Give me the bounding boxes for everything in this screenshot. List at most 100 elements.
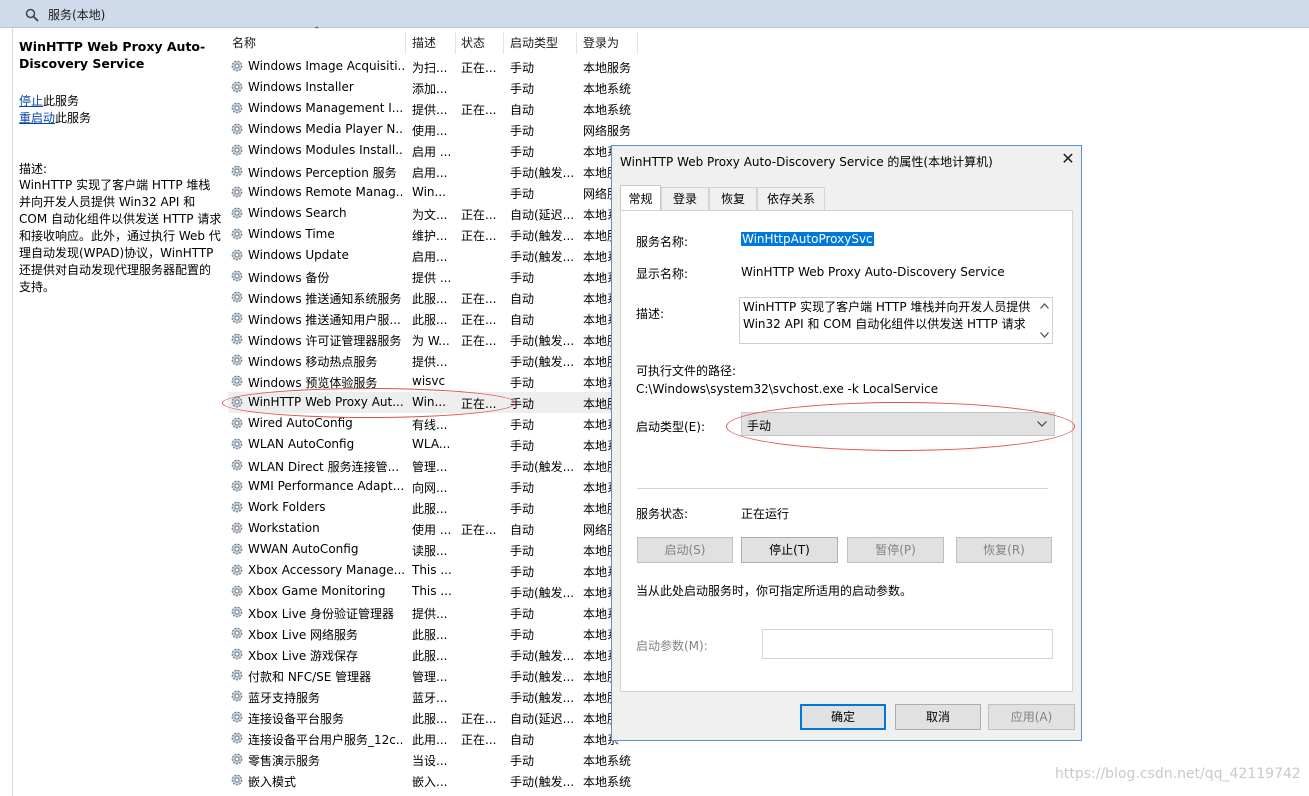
service-name-cell: 付款和 NFC/SE 管理器	[248, 670, 372, 684]
service-desc-cell: 有线...	[412, 418, 448, 432]
table-row[interactable]: Windows Update 启用... 手动(触发... 本地系	[228, 245, 638, 266]
pause-button[interactable]: 暂停(P)	[847, 537, 944, 563]
service-desc-cell: 提供...	[412, 103, 448, 117]
service-gear-icon	[231, 207, 243, 219]
table-row[interactable]: Work Folders 此服... 手动 本地服	[228, 497, 638, 518]
tab-general[interactable]: 常规	[620, 185, 661, 211]
table-row[interactable]: Windows 备份 提供 ... 手动 本地系	[228, 266, 638, 287]
service-startup-cell: 手动	[510, 481, 535, 495]
service-name-cell: Windows 许可证管理器服务	[248, 334, 402, 348]
stop-button[interactable]: 停止(T)	[741, 537, 838, 563]
table-row[interactable]: 零售演示服务 当设... 手动 本地系统	[228, 749, 638, 770]
service-status-cell: 正在...	[461, 229, 497, 243]
service-startup-cell: 手动	[510, 271, 535, 285]
service-desc-cell: 维护...	[412, 229, 448, 243]
table-row[interactable]: Xbox Accessory Manage... This ... 手动 本地系	[228, 560, 638, 581]
table-row[interactable]: Windows 移动热点服务 提供... 手动(触发... 本地服	[228, 350, 638, 371]
service-logon-cell: 本地系统	[583, 103, 632, 117]
service-startup-cell: 自动	[510, 523, 535, 537]
service-name-cell: Work Folders	[248, 500, 326, 514]
cancel-button[interactable]: 取消	[895, 704, 981, 730]
service-name-value[interactable]: WinHttpAutoProxySvc	[741, 232, 874, 246]
column-header-startup-type[interactable]: 启动类型	[510, 34, 558, 54]
service-gear-icon	[231, 606, 243, 618]
column-divider[interactable]	[576, 32, 577, 54]
service-status-cell: 正在...	[461, 733, 497, 747]
column-header-status[interactable]: 状态	[461, 34, 485, 54]
table-row[interactable]: Windows Media Player N... 使用... 手动 网络服务	[228, 119, 638, 140]
table-row[interactable]: WLAN AutoConfig WLA... 手动 本地系	[228, 434, 638, 455]
table-row[interactable]: 连接设备平台服务 此服... 正在... 自动(延迟... 本地服	[228, 707, 638, 728]
service-gear-icon	[231, 501, 243, 513]
tab-dependencies[interactable]: 依存关系	[757, 187, 825, 210]
table-row[interactable]: Windows Remote Manag... Win... 手动 网络服	[228, 182, 638, 203]
table-row[interactable]: 付款和 NFC/SE 管理器 管理... 手动(触发... 本地服	[228, 665, 638, 686]
exe-path-value[interactable]: C:\Windows\system32\svchost.exe -k Local…	[636, 382, 938, 396]
table-row[interactable]: 嵌入模式 嵌入... 手动(触发... 本地系统	[228, 770, 638, 791]
table-row[interactable]: Windows Time 维护... 正在... 手动(触发... 本地服	[228, 224, 638, 245]
table-row[interactable]: Windows Modules Install... 启用 ... 手动 本地系	[228, 140, 638, 161]
description-label: 描述:	[636, 307, 665, 321]
service-gear-icon	[231, 375, 243, 387]
close-icon[interactable]: ✕	[1058, 149, 1078, 169]
chevron-down-icon[interactable]	[1040, 332, 1049, 338]
service-desc-cell: 此服...	[412, 712, 448, 726]
service-status-cell: 正在...	[461, 208, 497, 222]
resume-button[interactable]: 恢复(R)	[956, 537, 1052, 563]
table-row[interactable]: 连接设备平台用户服务_12c... 此用... 正在... 自动 本地系	[228, 728, 638, 749]
tab-logon[interactable]: 登录	[661, 187, 709, 210]
service-startup-cell: 手动	[510, 565, 535, 579]
service-logon-cell: 本地系统	[583, 82, 632, 96]
service-name-cell: 嵌入模式	[248, 775, 297, 789]
service-name-cell: Xbox Live 游戏保存	[248, 649, 359, 663]
chevron-up-icon[interactable]	[1040, 303, 1049, 309]
service-gear-icon	[231, 564, 243, 576]
stop-service-link[interactable]: 停止	[19, 94, 43, 108]
table-row[interactable]: Xbox Live 身份验证管理器 提供... 手动 本地系	[228, 602, 638, 623]
table-row[interactable]: Windows 推送通知系统服务 此服... 正在... 自动 本地系	[228, 287, 638, 308]
table-row[interactable]: Windows Management I... 提供... 正在... 自动 本地系统	[228, 98, 638, 119]
table-row[interactable]: WLAN Direct 服务连接管... 管理... 手动(触发... 本地服	[228, 455, 638, 476]
ok-button[interactable]: 确定	[800, 704, 886, 730]
general-tab-panel: 服务名称: WinHttpAutoProxySvc 显示名称: WinHTTP …	[620, 210, 1075, 692]
description-scrollbar[interactable]	[1036, 298, 1053, 343]
service-startup-cell: 自动(延迟...	[510, 712, 575, 726]
start-button[interactable]: 启动(S)	[637, 537, 733, 563]
service-startup-cell: 手动	[510, 124, 535, 138]
column-divider[interactable]	[637, 32, 638, 54]
tab-recovery[interactable]: 恢复	[709, 187, 757, 210]
service-status-value: 正在运行	[741, 507, 790, 521]
column-divider[interactable]	[455, 32, 456, 54]
service-gear-icon	[231, 690, 243, 702]
table-row[interactable]: WWAN AutoConfig 读服... 手动 本地服	[228, 539, 638, 560]
description-textbox[interactable]: WinHTTP 实现了客户端 HTTP 堆栈并向开发人员提供 Win32 API…	[739, 297, 1053, 344]
apply-button[interactable]: 应用(A)	[988, 704, 1075, 730]
start-params-input[interactable]	[762, 629, 1053, 659]
table-row[interactable]: Windows Perception 服务 启用... 手动(触发... 本地服	[228, 161, 638, 182]
restart-service-link[interactable]: 重启动	[19, 111, 55, 125]
table-row[interactable]: Windows 推送通知用户服... 此服... 正在... 自动 本地系	[228, 308, 638, 329]
service-desc-cell: WLA...	[412, 437, 451, 451]
service-desc-cell: 当设...	[412, 754, 448, 768]
table-row[interactable]: Xbox Game Monitoring This ... 手动(触发... 本地系	[228, 581, 638, 602]
table-row[interactable]: Workstation 使用 ... 正在... 自动 网络服	[228, 518, 638, 539]
column-header-description[interactable]: 描述	[412, 34, 436, 54]
service-startup-cell: 手动(触发...	[510, 229, 575, 243]
table-row[interactable]: WMI Performance Adapt... 向网... 手动 本地系	[228, 476, 638, 497]
display-name-value[interactable]: WinHTTP Web Proxy Auto-Discovery Service	[741, 265, 1005, 279]
column-header-name[interactable]: 名称	[232, 34, 256, 54]
column-divider[interactable]	[405, 32, 406, 54]
table-row[interactable]: Windows Image Acquisiti... 为扫... 正在... 手动 本地…	[228, 56, 638, 77]
column-header-logon-as[interactable]: 登录为	[583, 34, 619, 54]
service-name-cell: Wired AutoConfig	[248, 416, 353, 430]
table-row[interactable]: 蓝牙支持服务 蓝牙... 手动(触发... 本地服	[228, 686, 638, 707]
table-row[interactable]: Windows Installer 添加... 手动 本地系统	[228, 77, 638, 98]
column-divider[interactable]	[503, 32, 504, 54]
table-row[interactable]: Windows Search 为文... 正在... 自动(延迟... 本地系	[228, 203, 638, 224]
table-row[interactable]: Xbox Live 游戏保存 此服... 手动(触发... 本地系	[228, 644, 638, 665]
service-startup-cell: 手动(触发...	[510, 460, 575, 474]
table-row[interactable]: Windows 许可证管理器服务为 W... 正在... 手动(触发... 本地服	[228, 329, 638, 350]
service-desc-cell: This ...	[412, 563, 452, 577]
table-row[interactable]: Xbox Live 网络服务 此服... 手动 本地系	[228, 623, 638, 644]
service-name-cell: WMI Performance Adapt...	[248, 479, 404, 493]
